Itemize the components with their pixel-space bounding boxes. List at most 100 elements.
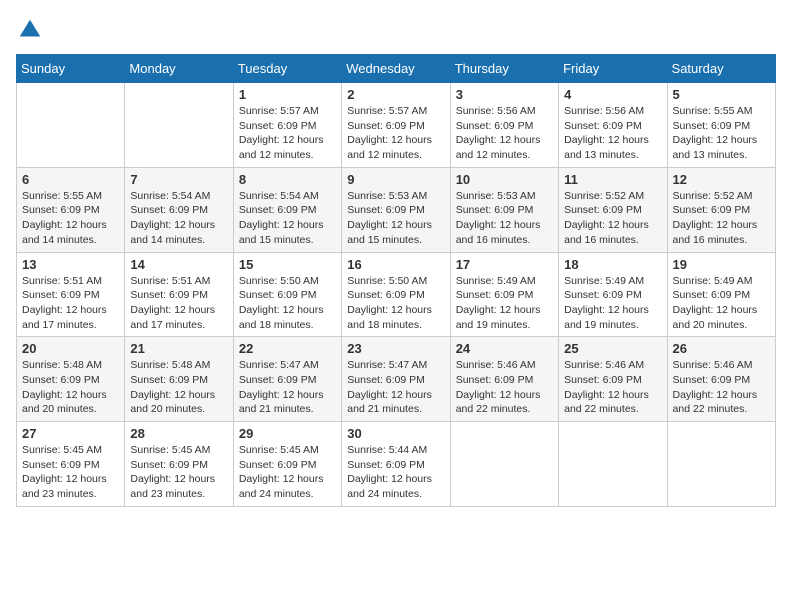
calendar-cell: 13 Sunrise: 5:51 AMSunset: 6:09 PMDayligh… — [17, 252, 125, 337]
day-number: 24 — [456, 341, 553, 356]
calendar-week-row: 1 Sunrise: 5:57 AMSunset: 6:09 PMDaylight… — [17, 83, 776, 168]
calendar-cell: 23Sunrise: 5:47 AMSunset: 6:09 PMDayligh… — [342, 337, 450, 422]
day-number: 2 — [347, 87, 444, 102]
day-detail: Sunrise: 5:46 AMSunset: 6:09 PMDaylight:… — [456, 358, 553, 417]
calendar-header-row: SundayMondayTuesdayWednesdayThursdayFrid… — [17, 55, 776, 83]
day-number: 22 — [239, 341, 336, 356]
calendar-cell: 12 Sunrise: 5:52 AMSunset: 6:09 PMDayligh… — [667, 167, 775, 252]
calendar-cell: 4Sunrise: 5:56 AMSunset: 6:09 PMDaylight… — [559, 83, 667, 168]
day-detail: Sunrise: 5:47 AMSunset: 6:09 PMDaylight:… — [347, 358, 444, 417]
day-number: 27 — [22, 426, 119, 441]
day-detail: Sunrise: 5:57 AMSunset: 6:09 PMDaylight:… — [347, 104, 444, 163]
calendar-cell — [559, 422, 667, 507]
day-number: 5 — [673, 87, 770, 102]
day-detail: Sunrise: 5:51 AMSunset: 6:09 PMDaylight:… — [22, 274, 119, 333]
day-number: 1 — [239, 87, 336, 102]
day-detail: Sunrise: 5:51 AMSunset: 6:09 PMDaylight:… — [130, 274, 227, 333]
calendar-cell: 18Sunrise: 5:49 AMSunset: 6:09 PMDayligh… — [559, 252, 667, 337]
day-number: 3 — [456, 87, 553, 102]
day-detail: Sunrise: 5:47 AMSunset: 6:09 PMDaylight:… — [239, 358, 336, 417]
calendar-cell: 26 Sunrise: 5:46 AMSunset: 6:09 PMDayligh… — [667, 337, 775, 422]
day-number: 11 — [564, 172, 661, 187]
day-detail: Sunrise: 5:49 AMSunset: 6:09 PMDaylight:… — [564, 274, 661, 333]
day-detail: Sunrise: 5:55 AMSunset: 6:09 PMDaylight:… — [22, 189, 119, 248]
calendar-cell: 16 Sunrise: 5:50 AMSunset: 6:09 PMDayligh… — [342, 252, 450, 337]
day-detail: Sunrise: 5:44 AMSunset: 6:09 PMDaylight:… — [347, 443, 444, 502]
day-detail: Sunrise: 5:48 AMSunset: 6:09 PMDaylight:… — [130, 358, 227, 417]
calendar-cell: 9 Sunrise: 5:53 AMSunset: 6:09 PMDaylight… — [342, 167, 450, 252]
day-detail: Sunrise: 5:53 AMSunset: 6:09 PMDaylight:… — [347, 189, 444, 248]
day-number: 20 — [22, 341, 119, 356]
col-header-friday: Friday — [559, 55, 667, 83]
page-header — [16, 16, 776, 44]
day-number: 8 — [239, 172, 336, 187]
day-detail: Sunrise: 5:48 AMSunset: 6:09 PMDaylight:… — [22, 358, 119, 417]
col-header-monday: Monday — [125, 55, 233, 83]
calendar-cell: 8 Sunrise: 5:54 AMSunset: 6:09 PMDaylight… — [233, 167, 341, 252]
calendar-week-row: 20 Sunrise: 5:48 AMSunset: 6:09 PMDayligh… — [17, 337, 776, 422]
calendar-cell: 19Sunrise: 5:49 AMSunset: 6:09 PMDayligh… — [667, 252, 775, 337]
calendar-cell — [17, 83, 125, 168]
calendar-cell — [450, 422, 558, 507]
day-detail: Sunrise: 5:56 AMSunset: 6:09 PMDaylight:… — [456, 104, 553, 163]
day-number: 6 — [22, 172, 119, 187]
logo — [16, 16, 48, 44]
calendar-week-row: 13 Sunrise: 5:51 AMSunset: 6:09 PMDayligh… — [17, 252, 776, 337]
calendar-cell: 28 Sunrise: 5:45 AMSunset: 6:09 PMDayligh… — [125, 422, 233, 507]
col-header-wednesday: Wednesday — [342, 55, 450, 83]
calendar-cell: 11 Sunrise: 5:52 AMSunset: 6:09 PMDayligh… — [559, 167, 667, 252]
day-number: 14 — [130, 257, 227, 272]
col-header-thursday: Thursday — [450, 55, 558, 83]
calendar-cell — [667, 422, 775, 507]
day-detail: Sunrise: 5:50 AMSunset: 6:09 PMDaylight:… — [239, 274, 336, 333]
calendar-cell: 17 Sunrise: 5:49 AMSunset: 6:09 PMDayligh… — [450, 252, 558, 337]
day-detail: Sunrise: 5:50 AMSunset: 6:09 PMDaylight:… — [347, 274, 444, 333]
day-detail: Sunrise: 5:54 AMSunset: 6:09 PMDaylight:… — [239, 189, 336, 248]
day-detail: Sunrise: 5:52 AMSunset: 6:09 PMDaylight:… — [564, 189, 661, 248]
day-number: 7 — [130, 172, 227, 187]
day-number: 9 — [347, 172, 444, 187]
day-detail: Sunrise: 5:46 AMSunset: 6:09 PMDaylight:… — [564, 358, 661, 417]
calendar-cell: 15 Sunrise: 5:50 AMSunset: 6:09 PMDayligh… — [233, 252, 341, 337]
calendar-cell: 2 Sunrise: 5:57 AMSunset: 6:09 PMDaylight… — [342, 83, 450, 168]
day-number: 16 — [347, 257, 444, 272]
col-header-tuesday: Tuesday — [233, 55, 341, 83]
day-detail: Sunrise: 5:55 AMSunset: 6:09 PMDaylight:… — [673, 104, 770, 163]
col-header-saturday: Saturday — [667, 55, 775, 83]
day-number: 28 — [130, 426, 227, 441]
day-detail: Sunrise: 5:45 AMSunset: 6:09 PMDaylight:… — [22, 443, 119, 502]
day-number: 12 — [673, 172, 770, 187]
day-number: 19 — [673, 257, 770, 272]
col-header-sunday: Sunday — [17, 55, 125, 83]
calendar-cell: 27 Sunrise: 5:45 AMSunset: 6:09 PMDayligh… — [17, 422, 125, 507]
day-number: 13 — [22, 257, 119, 272]
day-number: 15 — [239, 257, 336, 272]
calendar-cell: 10 Sunrise: 5:53 AMSunset: 6:09 PMDayligh… — [450, 167, 558, 252]
calendar-cell: 25 Sunrise: 5:46 AMSunset: 6:09 PMDayligh… — [559, 337, 667, 422]
calendar-cell: 6 Sunrise: 5:55 AMSunset: 6:09 PMDaylight… — [17, 167, 125, 252]
calendar-cell: 7 Sunrise: 5:54 AMSunset: 6:09 PMDaylight… — [125, 167, 233, 252]
day-number: 29 — [239, 426, 336, 441]
day-number: 17 — [456, 257, 553, 272]
day-detail: Sunrise: 5:45 AMSunset: 6:09 PMDaylight:… — [130, 443, 227, 502]
day-detail: Sunrise: 5:46 AMSunset: 6:09 PMDaylight:… — [673, 358, 770, 417]
day-detail: Sunrise: 5:57 AMSunset: 6:09 PMDaylight:… — [239, 104, 336, 163]
day-number: 30 — [347, 426, 444, 441]
calendar-cell — [125, 83, 233, 168]
calendar-table: SundayMondayTuesdayWednesdayThursdayFrid… — [16, 54, 776, 507]
calendar-week-row: 6 Sunrise: 5:55 AMSunset: 6:09 PMDaylight… — [17, 167, 776, 252]
calendar-cell: 5 Sunrise: 5:55 AMSunset: 6:09 PMDaylight… — [667, 83, 775, 168]
calendar-cell: 1 Sunrise: 5:57 AMSunset: 6:09 PMDaylight… — [233, 83, 341, 168]
day-number: 25 — [564, 341, 661, 356]
calendar-cell: 3 Sunrise: 5:56 AMSunset: 6:09 PMDaylight… — [450, 83, 558, 168]
day-number: 26 — [673, 341, 770, 356]
calendar-cell: 21Sunrise: 5:48 AMSunset: 6:09 PMDayligh… — [125, 337, 233, 422]
day-number: 4 — [564, 87, 661, 102]
calendar-cell: 14 Sunrise: 5:51 AMSunset: 6:09 PMDayligh… — [125, 252, 233, 337]
day-detail: Sunrise: 5:53 AMSunset: 6:09 PMDaylight:… — [456, 189, 553, 248]
logo-icon — [16, 16, 44, 44]
day-detail: Sunrise: 5:52 AMSunset: 6:09 PMDaylight:… — [673, 189, 770, 248]
day-detail: Sunrise: 5:49 AMSunset: 6:09 PMDaylight:… — [456, 274, 553, 333]
day-number: 10 — [456, 172, 553, 187]
day-detail: Sunrise: 5:54 AMSunset: 6:09 PMDaylight:… — [130, 189, 227, 248]
